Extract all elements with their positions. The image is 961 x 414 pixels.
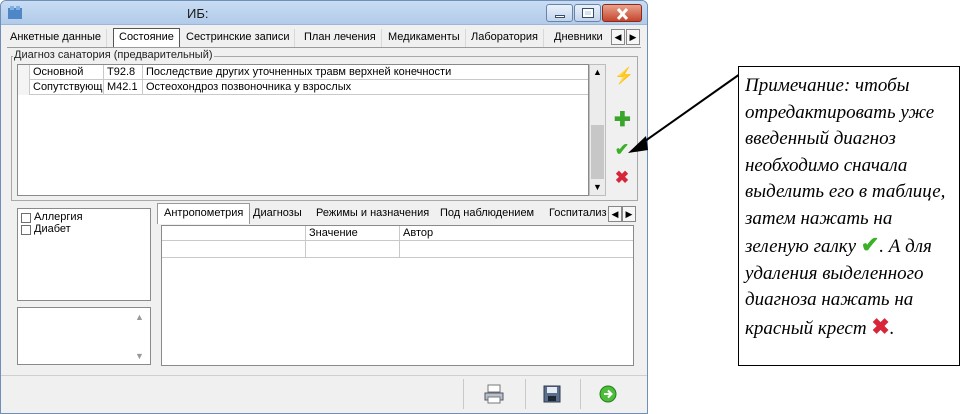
- title-bar[interactable]: ИБ:: [1, 1, 647, 25]
- check-icon: ✔: [860, 232, 880, 257]
- tab-dnevniki[interactable]: Дневники: [549, 29, 608, 47]
- diagnosis-type: Основной: [33, 66, 84, 78]
- close-icon: [616, 8, 629, 20]
- table-scrollbar[interactable]: ▲ ▼: [589, 64, 606, 196]
- cross-icon: ✖: [871, 313, 890, 339]
- app-window: ИБ: Анкетные данные Состояние Сестрински…: [0, 0, 648, 414]
- grid-header: Значение Автор: [162, 226, 633, 241]
- scroll-down-icon[interactable]: ▼: [593, 182, 602, 192]
- diagnosis-code: M42.1: [107, 81, 138, 93]
- column-separator: [142, 65, 143, 80]
- allergy-checkbox[interactable]: [21, 213, 31, 223]
- tab-sestrinskie[interactable]: Сестринские записи: [181, 29, 296, 47]
- printer-icon[interactable]: [483, 383, 505, 405]
- tabs-scroll-right-button[interactable]: ▶: [626, 29, 640, 45]
- diagnosis-type: Сопутствующ: [33, 81, 103, 93]
- scroll-up-icon[interactable]: ▲: [135, 312, 144, 322]
- anthropometry-grid[interactable]: Значение Автор: [161, 225, 634, 366]
- scrollbar-thumb[interactable]: [591, 125, 604, 179]
- row-header[interactable]: [18, 80, 30, 95]
- app-icon: [8, 6, 22, 19]
- annotation-note: Примечание: чтобы отредактировать уже вв…: [738, 66, 960, 366]
- column-separator: [142, 80, 143, 95]
- grid-column-author[interactable]: Автор: [403, 227, 433, 239]
- allergy-label: Аллергия: [34, 211, 83, 223]
- tab-diagnozy[interactable]: Диагнозы: [247, 204, 308, 223]
- table-row[interactable]: Основной T92.8 Последствие других уточне…: [18, 65, 588, 80]
- footer-divider: [1, 375, 647, 376]
- tab-laboratoriya[interactable]: Лаборатория: [466, 29, 544, 47]
- tab-pod-nablyudeniem[interactable]: Под наблюдением: [434, 204, 540, 223]
- bottom-tabs-scroll-left-button[interactable]: ◀: [608, 206, 622, 222]
- grid-column-value[interactable]: Значение: [309, 227, 358, 239]
- column-separator: [305, 241, 306, 258]
- table-row[interactable]: [162, 241, 633, 258]
- tab-divider: [7, 47, 641, 48]
- column-separator: [103, 65, 104, 80]
- diagnosis-table[interactable]: Основной T92.8 Последствие других уточне…: [17, 64, 589, 196]
- notes-textarea[interactable]: ▲ ▼: [17, 307, 151, 365]
- column-separator: [399, 241, 400, 258]
- note-text-part1: Примечание: чтобы отредактировать уже вв…: [745, 75, 946, 257]
- column-separator: [399, 226, 400, 241]
- tab-gospitaliz[interactable]: Госпитализ: [543, 204, 612, 223]
- footer-separator: [463, 379, 464, 409]
- diagnosis-group-label: Диагноз санатория (предварительный): [13, 49, 214, 61]
- tab-rezhimy[interactable]: Режимы и назначения: [310, 204, 435, 223]
- minimize-icon: [555, 15, 565, 18]
- column-separator: [103, 80, 104, 95]
- cross-icon[interactable]: ✖: [614, 169, 630, 186]
- diabetes-checkbox[interactable]: [21, 225, 31, 235]
- diagnosis-name: Последствие других уточненных травм верх…: [146, 66, 452, 78]
- diagnosis-name: Остеохондроз позвоночника у взрослых: [146, 81, 352, 93]
- maximize-button[interactable]: [574, 4, 601, 22]
- tab-anketnye[interactable]: Анкетные данные: [5, 29, 108, 47]
- annotation-arrow: [628, 73, 741, 153]
- scroll-down-icon[interactable]: ▼: [135, 351, 144, 361]
- bottom-tabs-scroll-right-button[interactable]: ▶: [622, 206, 636, 222]
- tabs-scroll-left-button[interactable]: ◀: [611, 29, 625, 45]
- close-button[interactable]: [602, 4, 642, 22]
- exit-icon[interactable]: [599, 385, 617, 403]
- save-icon[interactable]: [543, 385, 561, 403]
- note-text-part3: .: [889, 317, 895, 339]
- tab-medikamenty[interactable]: Медикаменты: [383, 29, 466, 47]
- table-row[interactable]: Сопутствующ M42.1 Остеохондроз позвоночн…: [18, 80, 588, 95]
- window-title: ИБ:: [187, 6, 209, 21]
- minimize-button[interactable]: [546, 4, 573, 22]
- tab-plan-lecheniya[interactable]: План лечения: [299, 29, 382, 47]
- diabetes-label: Диабет: [34, 223, 71, 235]
- tab-sostoyanie[interactable]: Состояние: [113, 28, 180, 48]
- tab-antropometriya[interactable]: Антропометрия: [157, 203, 251, 224]
- footer-separator: [580, 379, 581, 409]
- maximize-icon: [582, 8, 594, 18]
- footer-separator: [525, 379, 526, 409]
- conditions-panel: Аллергия Диабет: [17, 208, 151, 301]
- row-header[interactable]: [18, 65, 30, 80]
- column-separator: [305, 226, 306, 241]
- scroll-up-icon[interactable]: ▲: [593, 67, 602, 77]
- diagnosis-code: T92.8: [107, 66, 136, 78]
